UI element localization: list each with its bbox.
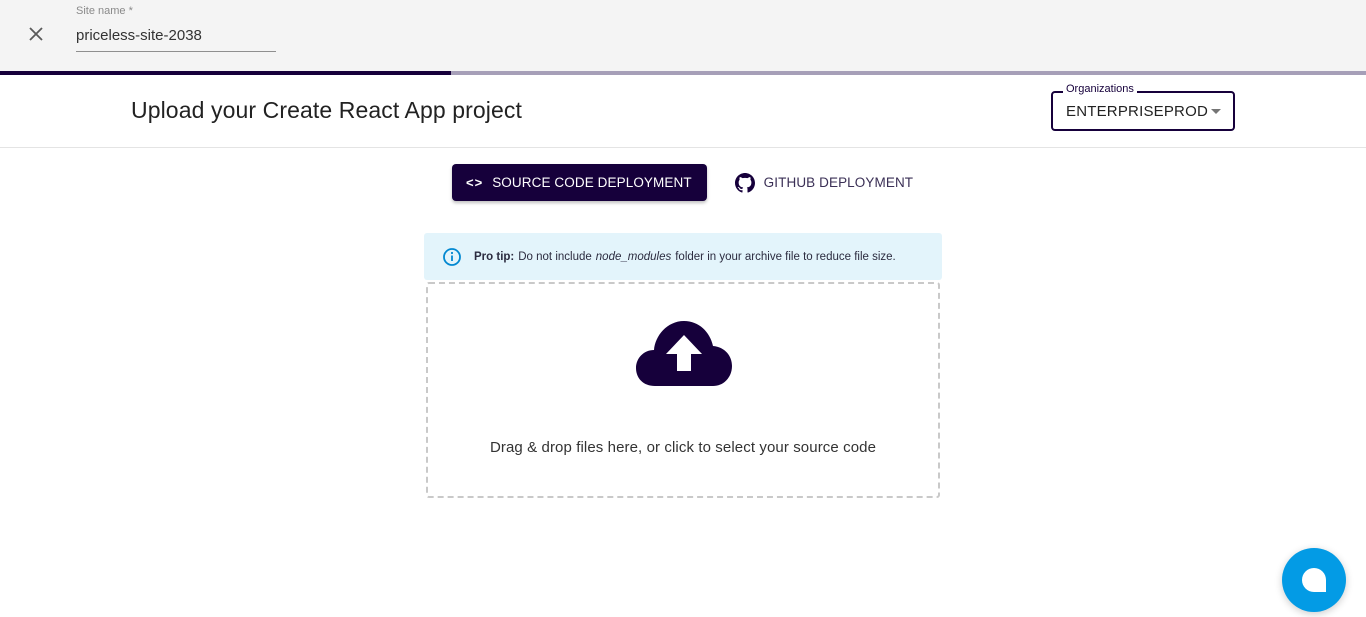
chat-bubble-icon xyxy=(1302,568,1326,592)
site-name-field: Site name * xyxy=(76,4,276,52)
deployment-tabs: <> SOURCE CODE DEPLOYMENT GITHUB DEPLOYM… xyxy=(452,164,923,201)
organizations-label: Organizations xyxy=(1063,83,1137,95)
code-icon: <> xyxy=(466,175,484,190)
pro-tip-banner: Pro tip: Do not include node_modules fol… xyxy=(424,233,942,280)
file-dropzone[interactable]: Drag & drop files here, or click to sele… xyxy=(426,282,940,498)
tab-github-label: GITHUB DEPLOYMENT xyxy=(763,175,914,190)
caret-down-icon xyxy=(1211,109,1221,114)
page-header: Upload your Create React App project Org… xyxy=(0,75,1366,148)
page-title: Upload your Create React App project xyxy=(131,97,522,123)
pro-tip-emphasis: node_modules xyxy=(595,250,672,263)
pro-tip-text-after: folder in your archive file to reduce fi… xyxy=(675,250,896,263)
tab-github-deployment[interactable]: GITHUB DEPLOYMENT xyxy=(725,164,923,201)
dropzone-text: Drag & drop files here, or click to sele… xyxy=(489,439,877,456)
top-bar: Site name * xyxy=(0,0,1366,71)
info-icon xyxy=(443,247,461,266)
organizations-value: ENTERPRISEPROD xyxy=(1066,103,1208,120)
pro-tip-text-before: Do not include xyxy=(518,250,592,263)
site-name-input[interactable] xyxy=(76,24,276,52)
tab-source-code-label: SOURCE CODE DEPLOYMENT xyxy=(492,175,692,190)
close-button[interactable] xyxy=(24,22,48,46)
pro-tip-prefix: Pro tip: xyxy=(474,250,515,263)
close-icon xyxy=(29,27,43,41)
chat-launcher-button[interactable] xyxy=(1282,548,1346,612)
site-name-label: Site name * xyxy=(76,5,133,17)
tab-source-code-deployment[interactable]: <> SOURCE CODE DEPLOYMENT xyxy=(452,164,707,201)
github-icon xyxy=(734,172,755,193)
organizations-select[interactable]: Organizations ENTERPRISEPROD xyxy=(1051,83,1235,131)
cloud-upload-icon xyxy=(636,321,732,386)
